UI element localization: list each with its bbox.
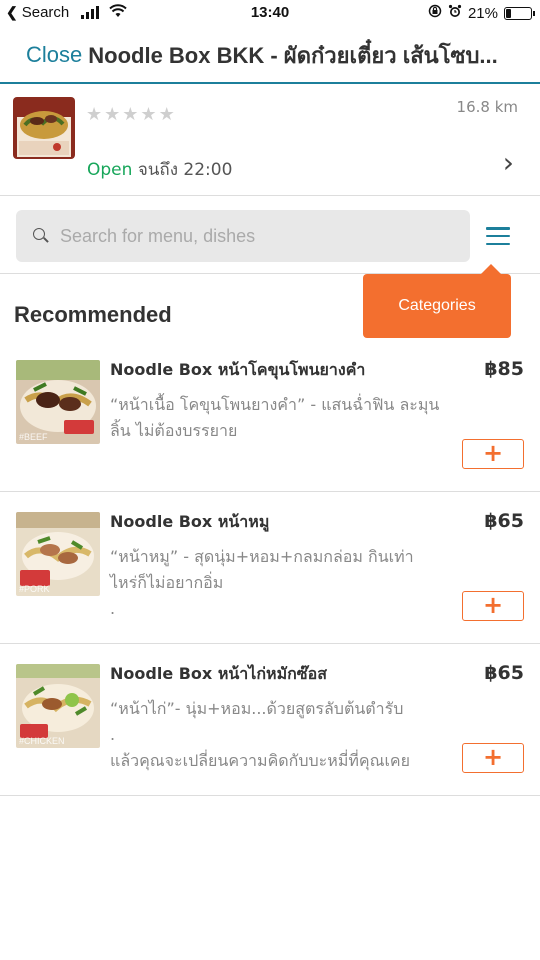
opening-hours: Open จนถึง 22:00 [87,156,232,183]
page-title: Noodle Box BKK - ผัดก๋วยเตี๋ยว เส้นโซบ..… [88,42,498,68]
restaurant-thumbnail [13,97,75,159]
star-icon: ★ [140,104,157,125]
star-icon: ★ [122,104,139,125]
menu-item-tag: #CHICKEN [19,736,65,746]
categories-tooltip[interactable]: Categories [363,264,511,338]
star-icon: ★ [158,104,175,125]
battery-percent: 21% [467,4,498,22]
menu-item-description: “หน้าเนื้อ โคขุนโพนยางคำ” - แสนฉ่ำฟิน ละ… [110,395,440,440]
menu-item-description: “หน้าไก่”- นุ่ม+หอม...ด้วยสูตรลับต้นตำรั… [110,699,410,770]
star-icon: ★ [86,104,103,125]
menu-item-description: “หน้าหมู” - สุดนุ่ม+หอม+กลมกล่อม กินเท่า… [110,547,414,618]
star-icon: ★ [104,104,121,125]
section-title: Recommended [14,302,172,327]
rating-stars: ★ ★ ★ ★ ★ [86,104,175,125]
menu-item-name: Noodle Box หน้าหมู [110,512,270,531]
menu-item-name: Noodle Box หน้าโคขุนโพนยางคำ [110,360,366,379]
menu-item-image: #BEEF [16,360,100,444]
distance-label: 16.8 km [456,98,518,116]
battery-icon [504,6,535,20]
search-input[interactable] [60,225,450,247]
search-icon [32,227,50,245]
add-to-cart-button[interactable]: + [462,743,524,773]
status-right: 21% [428,4,535,22]
open-until: จนถึง 22:00 [137,160,233,180]
nav-header: Close Noodle Box BKK - ผัดก๋วยเตี๋ยว เส้… [0,28,540,84]
open-status: Open [87,160,133,180]
menu-item-tag: #BEEF [19,432,48,442]
menu-item-price: ฿65 [484,510,524,532]
menu-item-image: #CHICKEN [16,664,100,748]
restaurant-info[interactable]: ★ ★ ★ ★ ★ 16.8 km Open จนถึง 22:00 › [0,86,540,196]
status-bar: ❮ Search 13:40 21% [0,0,540,28]
add-to-cart-button[interactable]: + [462,439,524,469]
categories-menu-icon[interactable] [486,227,510,245]
menu-item[interactable]: #BEEF Noodle Box หน้าโคขุนโพนยางคำ ฿85 “… [0,340,540,492]
chevron-right-icon[interactable]: › [503,146,514,179]
close-button[interactable]: Close [26,42,82,68]
add-to-cart-button[interactable]: + [462,591,524,621]
menu-item-tag: #PORK [19,584,50,594]
alarm-icon [448,4,462,22]
menu-item-image: #PORK [16,512,100,596]
battery-level [506,8,511,18]
menu-item[interactable]: #CHICKEN Noodle Box หน้าไก่หมักซ๊อส ฿65 … [0,644,540,796]
menu-item-name: Noodle Box หน้าไก่หมักซ๊อส [110,664,328,683]
menu-item[interactable]: #PORK Noodle Box หน้าหมู ฿65 “หน้าหมู” -… [0,492,540,644]
search-area [0,197,540,274]
rotation-lock-icon [428,4,442,22]
menu-item-price: ฿65 [484,662,524,684]
search-box[interactable] [16,210,470,262]
menu-item-price: ฿85 [484,358,524,380]
